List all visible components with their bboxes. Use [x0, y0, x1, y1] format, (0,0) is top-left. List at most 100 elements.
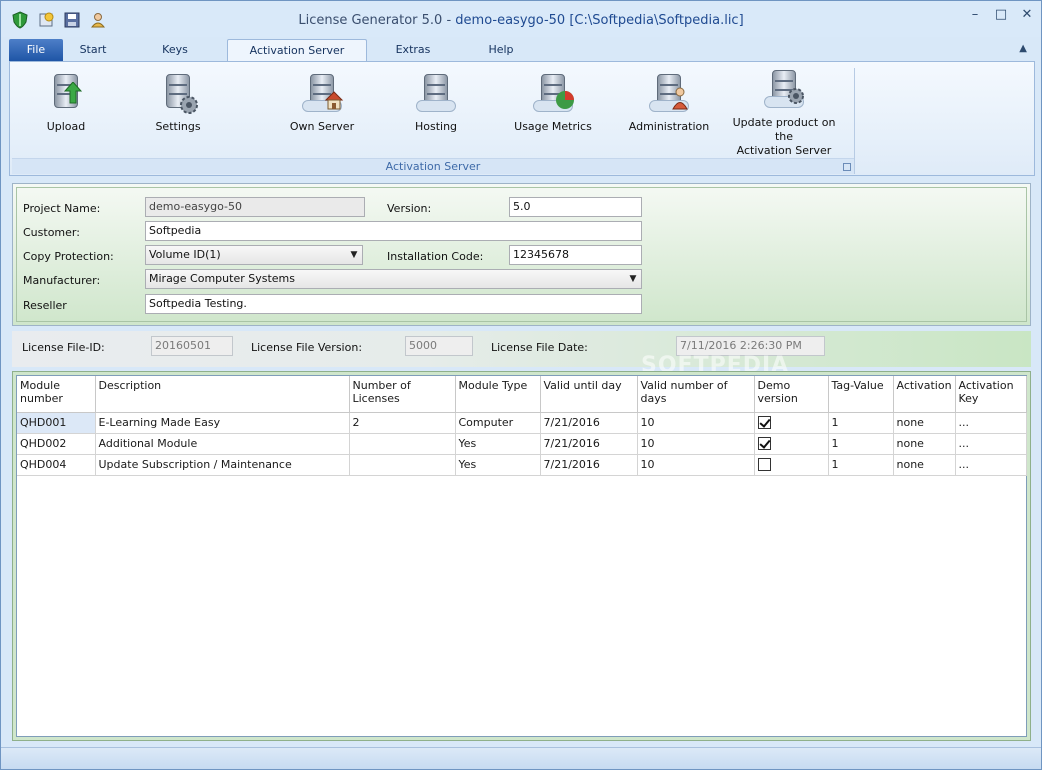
col-valid-number-of-days[interactable]: Valid number of days — [637, 376, 755, 413]
cell-tag[interactable]: 1 — [828, 433, 894, 455]
window-title: License Generator 5.0 - demo-easygo-50 [… — [1, 13, 1041, 28]
dialog-launcher-icon[interactable] — [843, 163, 851, 171]
customer-label: Customer: — [23, 226, 80, 239]
ribbon-collapse-icon[interactable]: ▲ — [1019, 43, 1027, 54]
cell-type[interactable]: Yes — [455, 433, 541, 455]
cell-type[interactable]: Computer — [455, 412, 541, 434]
cell-valid-days[interactable]: 10 — [637, 433, 755, 455]
cell-description[interactable]: Additional Module — [95, 433, 350, 455]
cell-licenses[interactable] — [349, 454, 456, 476]
manufacturer-label: Manufacturer: — [23, 274, 101, 287]
update-product-button[interactable]: Update product on the Activation Server — [722, 68, 846, 158]
cell-valid-until[interactable]: 7/21/2016 — [540, 454, 638, 476]
cell-description[interactable]: Update Subscription / Maintenance — [95, 454, 350, 476]
cell-valid-until[interactable]: 7/21/2016 — [540, 433, 638, 455]
manufacturer-value: Mirage Computer Systems — [149, 272, 295, 285]
table-row[interactable]: QHD001 E-Learning Made Easy 2 Computer 7… — [17, 412, 1027, 434]
own-server-button[interactable]: Own Server — [284, 72, 360, 134]
cell-activation-key[interactable]: ... — [955, 454, 1027, 476]
administration-button[interactable]: Administration — [628, 72, 710, 134]
col-module-type[interactable]: Module Type — [455, 376, 541, 413]
license-file-id-label: License File-ID: — [22, 341, 105, 354]
col-description[interactable]: Description — [95, 376, 350, 413]
installation-code-field[interactable]: 12345678 — [509, 245, 642, 265]
cell-activation[interactable]: none — [893, 433, 956, 455]
tab-extras[interactable]: Extras — [367, 39, 459, 61]
license-file-id-field[interactable]: 20160501 — [151, 336, 233, 356]
close-button[interactable]: ✕ — [1019, 7, 1035, 23]
cell-activation[interactable]: none — [893, 412, 956, 434]
cell-tag[interactable]: 1 — [828, 454, 894, 476]
ribbon-tabs: File Start Keys Activation Server Extras… — [9, 39, 1035, 61]
cell-activation-key[interactable]: ... — [955, 412, 1027, 434]
tab-start[interactable]: Start — [63, 39, 123, 61]
cell-module[interactable]: QHD004 — [17, 454, 96, 476]
col-module-number[interactable]: Module number — [17, 376, 96, 413]
reseller-field[interactable]: Softpedia Testing. — [145, 294, 642, 314]
cell-licenses[interactable] — [349, 433, 456, 455]
cell-description[interactable]: E-Learning Made Easy — [95, 412, 350, 434]
cell-valid-days[interactable]: 10 — [637, 454, 755, 476]
cell-valid-until[interactable]: 7/21/2016 — [540, 412, 638, 434]
cell-type[interactable]: Yes — [455, 454, 541, 476]
tab-activation-server[interactable]: Activation Server — [227, 39, 367, 61]
cell-demo — [754, 454, 829, 476]
version-field[interactable]: 5.0 — [509, 197, 642, 217]
cell-licenses[interactable]: 2 — [349, 412, 456, 434]
chevron-down-icon: ▼ — [629, 274, 637, 284]
copy-protection-select[interactable]: Volume ID(1) ▼ — [145, 245, 363, 265]
copy-protection-label: Copy Protection: — [23, 250, 114, 263]
ribbon: Upload Settings Own Server Hosting Usage… — [9, 61, 1035, 176]
modules-grid: Module number Description Number of Lice… — [16, 375, 1027, 737]
hosting-button[interactable]: Hosting — [408, 72, 464, 134]
cell-module[interactable]: QHD001 — [17, 412, 96, 434]
manufacturer-select[interactable]: Mirage Computer Systems ▼ — [145, 269, 642, 289]
hosting-server-icon — [414, 72, 458, 116]
app-name: License Generator 5.0 — [298, 13, 443, 28]
window-controls: – □ ✕ — [967, 7, 1035, 23]
col-demo-version[interactable]: Demo version — [754, 376, 829, 413]
col-number-of-licenses[interactable]: Number of Licenses — [349, 376, 456, 413]
project-panel: Project Name: demo-easygo-50 Version: 5.… — [12, 183, 1031, 326]
group-label: Activation Server — [12, 158, 854, 174]
own-server-icon — [300, 72, 344, 116]
cell-valid-days[interactable]: 10 — [637, 412, 755, 434]
minimize-button[interactable]: – — [967, 7, 983, 23]
update-product-label-line2: Activation Server — [736, 144, 832, 157]
col-valid-until-day[interactable]: Valid until day — [540, 376, 638, 413]
ribbon-group-activation-server: Upload Settings Own Server Hosting Usage… — [12, 68, 855, 174]
table-row[interactable]: QHD004 Update Subscription / Maintenance… — [17, 454, 1027, 476]
administration-label: Administration — [628, 120, 710, 133]
tab-file[interactable]: File — [9, 39, 63, 61]
license-file-version-label: License File Version: — [251, 341, 363, 354]
col-tag-value[interactable]: Tag-Value — [828, 376, 894, 413]
cell-module[interactable]: QHD002 — [17, 433, 96, 455]
title-bar: License Generator 5.0 - demo-easygo-50 [… — [1, 1, 1041, 37]
settings-button[interactable]: Settings — [148, 72, 208, 134]
own-server-label: Own Server — [289, 120, 355, 133]
tab-help[interactable]: Help — [459, 39, 543, 61]
col-activation[interactable]: Activation — [893, 376, 956, 413]
maximize-button[interactable]: □ — [993, 7, 1009, 23]
chevron-down-icon: ▼ — [350, 250, 358, 260]
demo-checkbox[interactable] — [757, 458, 771, 472]
license-file-version-field[interactable]: 5000 — [405, 336, 473, 356]
col-activation-key[interactable]: Activation Key — [955, 376, 1027, 413]
tab-keys[interactable]: Keys — [123, 39, 227, 61]
cell-activation-key[interactable]: ... — [955, 433, 1027, 455]
table-row[interactable]: QHD002 Additional Module Yes 7/21/2016 1… — [17, 433, 1027, 455]
title-separator: - — [442, 13, 456, 28]
demo-checkbox[interactable] — [757, 416, 771, 430]
settings-server-icon — [156, 72, 200, 116]
license-info-strip: License File-ID: 20160501 License File V… — [12, 331, 1031, 367]
customer-field[interactable]: Softpedia — [145, 221, 642, 241]
project-name-field[interactable]: demo-easygo-50 — [145, 197, 365, 217]
upload-button[interactable]: Upload — [36, 72, 96, 134]
cell-activation[interactable]: none — [893, 454, 956, 476]
app-window: License Generator 5.0 - demo-easygo-50 [… — [0, 0, 1042, 770]
usage-metrics-label: Usage Metrics — [514, 120, 592, 133]
usage-metrics-button[interactable]: Usage Metrics — [512, 72, 594, 134]
demo-checkbox[interactable] — [757, 437, 771, 451]
cell-tag[interactable]: 1 — [828, 412, 894, 434]
administration-icon — [647, 72, 691, 116]
